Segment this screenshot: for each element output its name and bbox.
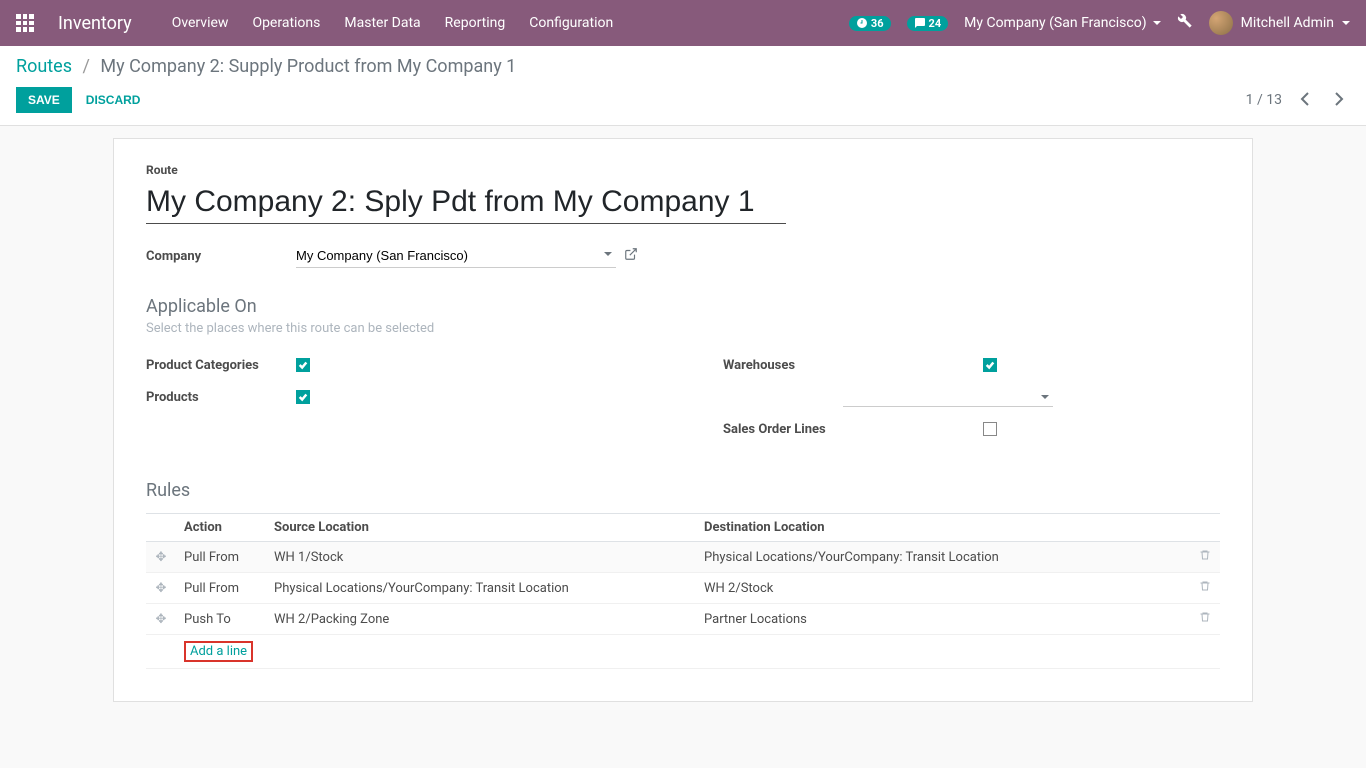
trash-icon[interactable] <box>1199 613 1211 628</box>
add-line-row: Add a line <box>146 635 1220 669</box>
applicable-on-title: Applicable On <box>146 296 1220 317</box>
apps-icon[interactable] <box>16 14 34 32</box>
rules-title: Rules <box>146 480 1220 501</box>
warehouses-checkbox[interactable] <box>983 358 997 372</box>
activities-badge[interactable]: 36 <box>849 16 891 31</box>
breadcrumb-root[interactable]: Routes <box>16 56 72 77</box>
cell-action: Pull From <box>176 542 266 573</box>
table-row[interactable]: ✥ Pull From WH 1/Stock Physical Location… <box>146 542 1220 573</box>
save-button[interactable]: Save <box>16 87 72 113</box>
add-line-link[interactable]: Add a line <box>190 644 247 659</box>
control-bar: Routes / My Company 2: Supply Product fr… <box>0 46 1366 126</box>
messages-badge[interactable]: 24 <box>907 16 949 31</box>
nav-overview[interactable]: Overview <box>172 15 229 31</box>
warehouses-label: Warehouses <box>723 358 983 373</box>
drag-handle-icon[interactable]: ✥ <box>156 550 167 565</box>
chevron-down-icon[interactable] <box>1041 395 1049 399</box>
company-input[interactable] <box>296 244 616 268</box>
user-menu[interactable]: Mitchell Admin <box>1209 11 1350 35</box>
nav-operations[interactable]: Operations <box>252 15 320 31</box>
nav-configuration[interactable]: Configuration <box>529 15 613 31</box>
products-label: Products <box>146 390 296 405</box>
route-label: Route <box>146 163 1220 177</box>
cell-source: WH 2/Packing Zone <box>266 604 696 635</box>
sales-order-lines-label: Sales Order Lines <box>723 422 983 437</box>
products-checkbox[interactable] <box>296 390 310 404</box>
prod-categories-label: Product Categories <box>146 358 296 373</box>
messages-count: 24 <box>929 17 942 30</box>
user-name: Mitchell Admin <box>1241 15 1334 31</box>
cell-dest: WH 2/Stock <box>696 573 1190 604</box>
breadcrumb: Routes / My Company 2: Supply Product fr… <box>16 56 1350 77</box>
warehouses-tags-input[interactable] <box>843 387 1053 407</box>
prod-categories-checkbox[interactable] <box>296 358 310 372</box>
company-name: My Company (San Francisco) <box>964 15 1146 31</box>
cell-action: Push To <box>176 604 266 635</box>
add-line-highlight: Add a line <box>184 641 253 662</box>
breadcrumb-sep: / <box>82 56 89 77</box>
nav-menu: Overview Operations Master Data Reportin… <box>172 15 614 31</box>
table-row[interactable]: ✥ Push To WH 2/Packing Zone Partner Loca… <box>146 604 1220 635</box>
discard-button[interactable]: Discard <box>86 93 141 107</box>
avatar <box>1209 11 1233 35</box>
cell-source: Physical Locations/YourCompany: Transit … <box>266 573 696 604</box>
pager-text[interactable]: 1 / 13 <box>1246 92 1282 108</box>
nav-reporting[interactable]: Reporting <box>445 15 506 31</box>
rules-table: Action Source Location Destination Locat… <box>146 513 1220 669</box>
company-label: Company <box>146 249 296 264</box>
applicable-on-hint: Select the places where this route can b… <box>146 321 1220 336</box>
company-switcher[interactable]: My Company (San Francisco) <box>964 15 1160 31</box>
external-link-icon[interactable] <box>624 247 638 265</box>
col-action[interactable]: Action <box>176 514 266 542</box>
table-row[interactable]: ✥ Pull From Physical Locations/YourCompa… <box>146 573 1220 604</box>
cell-dest: Physical Locations/YourCompany: Transit … <box>696 542 1190 573</box>
clock-icon <box>856 17 868 29</box>
chat-icon <box>914 17 926 29</box>
pager-prev[interactable] <box>1294 89 1316 112</box>
nav-master-data[interactable]: Master Data <box>344 15 420 31</box>
sales-order-lines-checkbox[interactable] <box>983 422 997 436</box>
col-source[interactable]: Source Location <box>266 514 696 542</box>
pager: 1 / 13 <box>1246 89 1350 112</box>
app-brand[interactable]: Inventory <box>58 13 132 34</box>
form-sheet: Route Company Applicable On Select the p… <box>113 138 1253 702</box>
breadcrumb-current: My Company 2: Supply Product from My Com… <box>100 56 516 77</box>
chevron-down-icon[interactable] <box>604 252 612 256</box>
debug-icon[interactable] <box>1177 13 1193 33</box>
drag-handle-icon[interactable]: ✥ <box>156 612 167 627</box>
caret-down-icon <box>1153 21 1161 25</box>
cell-dest: Partner Locations <box>696 604 1190 635</box>
route-name-input[interactable] <box>146 181 786 224</box>
drag-handle-icon[interactable]: ✥ <box>156 581 167 596</box>
cell-action: Pull From <box>176 573 266 604</box>
pager-next[interactable] <box>1328 89 1350 112</box>
top-navbar: Inventory Overview Operations Master Dat… <box>0 0 1366 46</box>
trash-icon[interactable] <box>1199 551 1211 566</box>
col-dest[interactable]: Destination Location <box>696 514 1190 542</box>
trash-icon[interactable] <box>1199 582 1211 597</box>
cell-source: WH 1/Stock <box>266 542 696 573</box>
caret-down-icon <box>1342 21 1350 25</box>
activities-count: 36 <box>871 17 884 30</box>
